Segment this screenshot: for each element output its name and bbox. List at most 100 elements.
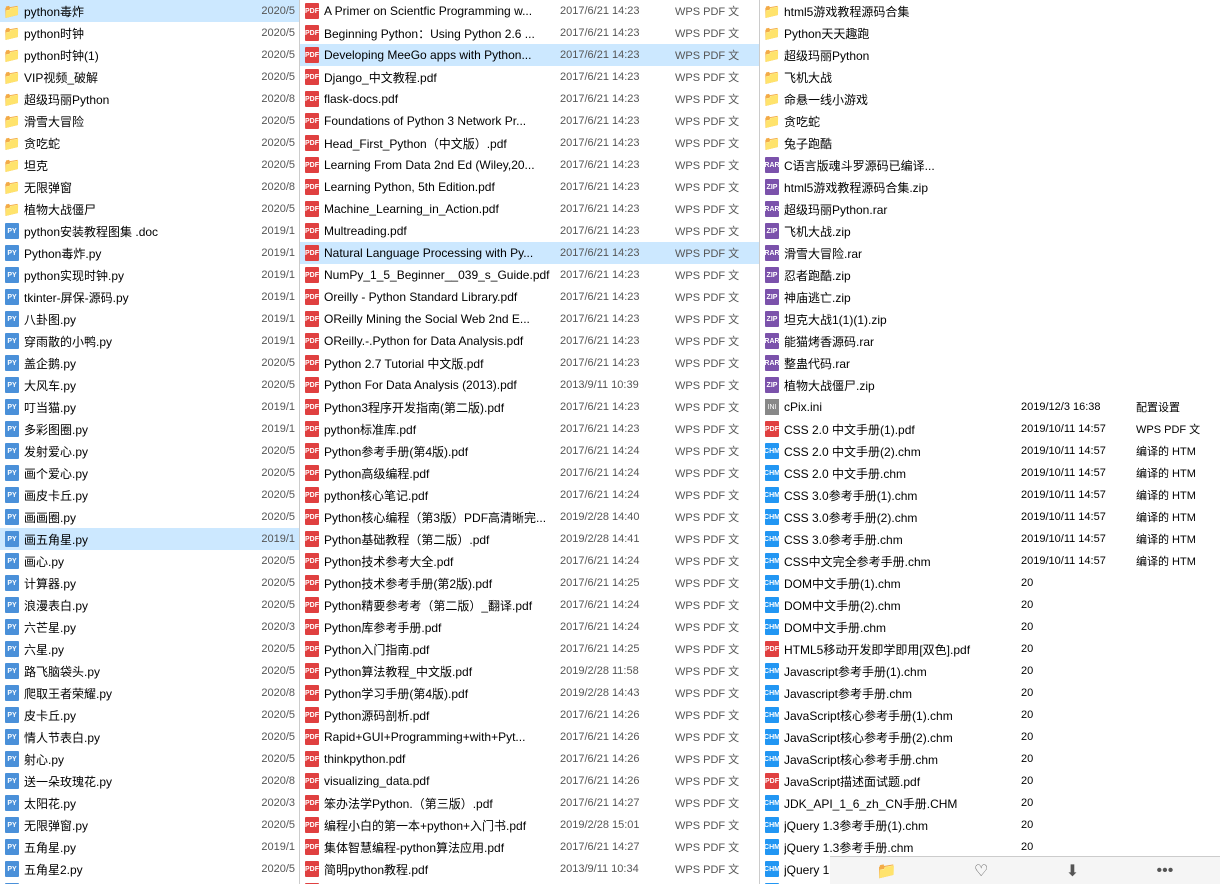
list-item[interactable]: PY画五角星.py2019/1 xyxy=(0,528,299,550)
list-item[interactable]: PY八卦图.py2019/1 xyxy=(0,308,299,330)
list-item[interactable]: 📁VIP视频_破解2020/5 xyxy=(0,66,299,88)
list-item[interactable]: PDFCSS 2.0 中文手册(1).pdf2019/10/11 14:57WP… xyxy=(760,418,1220,440)
list-item[interactable]: PDF笨办法学Python.（第三版）.pdf2017/6/21 14:27WP… xyxy=(300,792,759,814)
list-item[interactable]: PDFOReilly Mining the Social Web 2nd E..… xyxy=(300,308,759,330)
list-item[interactable]: RAR超级玛丽Python.rar xyxy=(760,198,1220,220)
list-item[interactable]: 📁python毒炸2020/5 xyxy=(0,0,299,22)
list-item[interactable]: PY爬取王者荣耀.py2020/8 xyxy=(0,682,299,704)
list-item[interactable]: 📁兔子跑酷 xyxy=(760,132,1220,154)
list-item[interactable]: PDF集体智慧编程-python算法应用.pdf2017/6/21 14:27W… xyxy=(300,836,759,858)
list-item[interactable]: PDFPython精要参考考（第二版）_翻译.pdf2017/6/21 14:2… xyxy=(300,594,759,616)
list-item[interactable]: PDFPython库参考手册.pdf2017/6/21 14:24WPS PDF… xyxy=(300,616,759,638)
list-item[interactable]: INIcPix.ini2019/12/3 16:38配置设置 xyxy=(760,396,1220,418)
list-item[interactable]: PY画皮卡丘.py2020/5 xyxy=(0,484,299,506)
list-item[interactable]: PDFthinkpython.pdf2017/6/21 14:26WPS PDF… xyxy=(300,748,759,770)
list-item[interactable]: PY大风车.py2020/5 xyxy=(0,374,299,396)
list-item[interactable]: PDFPython3程序开发指南(第二版).pdf2017/6/21 14:23… xyxy=(300,396,759,418)
list-item[interactable]: CHMJavascript参考手册.chm20 xyxy=(760,682,1220,704)
list-item[interactable]: CHMJavaScript核心参考手册.chm20 xyxy=(760,748,1220,770)
list-item[interactable]: PY五角星.py2019/1 xyxy=(0,836,299,858)
list-item[interactable]: CHMCSS 2.0 中文手册(2).chm2019/10/11 14:57编译… xyxy=(760,440,1220,462)
list-item[interactable]: PDFPython基础教程（第二版）.pdf2019/2/28 14:41WPS… xyxy=(300,528,759,550)
list-item[interactable]: PDFPython核心编程（第3版）PDF高清晰完...2019/2/28 14… xyxy=(300,506,759,528)
list-item[interactable]: CHMjQuery 1.3参考手册(1).chm20 xyxy=(760,814,1220,836)
list-item[interactable]: PY画心.py2020/5 xyxy=(0,550,299,572)
list-item[interactable]: PY皮卡丘.py2020/5 xyxy=(0,704,299,726)
list-item[interactable]: RAR能猫烤香源码.rar xyxy=(760,330,1220,352)
list-item[interactable]: 📁python时钟2020/5 xyxy=(0,22,299,44)
list-item[interactable]: PDFDjango_中文教程.pdf2017/6/21 14:23WPS PDF… xyxy=(300,66,759,88)
list-item[interactable]: 📁贪吃蛇 xyxy=(760,110,1220,132)
list-item[interactable]: ZIP坦克大战1(1)(1).zip xyxy=(760,308,1220,330)
list-item[interactable]: PDFMultreading.pdf2017/6/21 14:23WPS PDF… xyxy=(300,220,759,242)
list-item[interactable]: 📁坦克2020/5 xyxy=(0,154,299,176)
list-item[interactable]: PDFA Primer on Scientfic Programming w..… xyxy=(300,0,759,22)
list-item[interactable]: PY发射爱心.py2020/5 xyxy=(0,440,299,462)
list-item[interactable]: PY浪漫表白.py2020/5 xyxy=(0,594,299,616)
list-item[interactable]: PDFpython核心笔记.pdf2017/6/21 14:24WPS PDF … xyxy=(300,484,759,506)
list-item[interactable]: PDFpython标准库.pdf2017/6/21 14:23WPS PDF 文 xyxy=(300,418,759,440)
list-item[interactable]: CHMJDK_API_1_6_zh_CN手册.CHM20 xyxy=(760,792,1220,814)
list-item[interactable]: PY路飞脑袋头.py2020/5 xyxy=(0,660,299,682)
list-item[interactable]: PDFflask-docs.pdf2017/6/21 14:23WPS PDF … xyxy=(300,88,759,110)
list-item[interactable]: 📁Python天天趣跑 xyxy=(760,22,1220,44)
list-item[interactable]: PDFPython技术参考手册(第2版).pdf2017/6/21 14:25W… xyxy=(300,572,759,594)
list-item[interactable]: PDFMachine_Learning_in_Action.pdf2017/6/… xyxy=(300,198,759,220)
list-item[interactable]: ZIPhtml5游戏教程源码合集.zip xyxy=(760,176,1220,198)
list-item[interactable]: PDF简明python教程.pdf2013/9/11 10:34WPS PDF … xyxy=(300,858,759,880)
list-item[interactable]: RAR整蛊代码.rar xyxy=(760,352,1220,374)
list-item[interactable]: PY送一朵玫瑰花.py2020/8 xyxy=(0,770,299,792)
list-item[interactable]: 📁命悬一线小游戏 xyxy=(760,88,1220,110)
list-item[interactable]: PDFPython 2.7 Tutorial 中文版.pdf2017/6/21 … xyxy=(300,352,759,374)
list-item[interactable]: 📁html5游戏教程源码合集 xyxy=(760,0,1220,22)
list-item[interactable]: 📁滑雪大冒险2020/5 xyxy=(0,110,299,132)
list-item[interactable]: 📁无限弹窗2020/8 xyxy=(0,176,299,198)
list-item[interactable]: PY穿雨散的小鸭.py2019/1 xyxy=(0,330,299,352)
list-item[interactable]: 📁贪吃蛇2020/5 xyxy=(0,132,299,154)
list-item[interactable]: 📁飞机大战 xyxy=(760,66,1220,88)
list-item[interactable]: PYtkinter-屏保-源码.py2019/1 xyxy=(0,286,299,308)
list-item[interactable]: 📁植物大战僵尸2020/5 xyxy=(0,198,299,220)
list-item[interactable]: PDF用Python进行自然语言处理.pdf2013/4/13 10:39WPS… xyxy=(300,880,759,884)
list-item[interactable]: CHMCSS中文完全参考手册.chm2019/10/11 14:57编译的 HT… xyxy=(760,550,1220,572)
list-item[interactable]: PY计算器.py2020/5 xyxy=(0,572,299,594)
heart-icon[interactable]: ♡ xyxy=(968,859,994,883)
download-icon[interactable]: ⬇ xyxy=(1060,859,1085,883)
list-item[interactable]: PY多彩图圈.py2019/1 xyxy=(0,418,299,440)
list-item[interactable]: PDFFoundations of Python 3 Network Pr...… xyxy=(300,110,759,132)
list-item[interactable]: PY无限弹窗.py2020/5 xyxy=(0,814,299,836)
list-item[interactable]: PY六星.py2020/5 xyxy=(0,638,299,660)
list-item[interactable]: CHMJavaScript核心参考手册(2).chm20 xyxy=(760,726,1220,748)
list-item[interactable]: PY向日葵.py2020/5 xyxy=(0,880,299,884)
list-item[interactable]: PDFLearning Python, 5th Edition.pdf2017/… xyxy=(300,176,759,198)
list-item[interactable]: ZIP植物大战僵尸.zip xyxy=(760,374,1220,396)
list-item[interactable]: CHMJavaScript核心参考手册(1).chm20 xyxy=(760,704,1220,726)
list-item[interactable]: RARC语言版魂斗罗源码已编译... xyxy=(760,154,1220,176)
list-item[interactable]: PDFBeginning Python：Using Python 2.6 ...… xyxy=(300,22,759,44)
list-item[interactable]: CHMJavascript参考手册(1).chm20 xyxy=(760,660,1220,682)
list-item[interactable]: PY画个爱心.py2020/5 xyxy=(0,462,299,484)
list-item[interactable]: PDFPython算法教程_中文版.pdf2019/2/28 11:58WPS … xyxy=(300,660,759,682)
list-item[interactable]: CHMDOM中文手册(1).chm20 xyxy=(760,572,1220,594)
list-item[interactable]: PY盖企鹅.py2020/5 xyxy=(0,352,299,374)
list-item[interactable]: 📁python时钟(1)2020/5 xyxy=(0,44,299,66)
list-item[interactable]: CHMCSS 2.0 中文手册.chm2019/10/11 14:57编译的 H… xyxy=(760,462,1220,484)
list-item[interactable]: 📁超级玛丽Python2020/8 xyxy=(0,88,299,110)
more-icon[interactable]: ••• xyxy=(1150,860,1179,882)
list-item[interactable]: PDFHead_First_Python（中文版）.pdf2017/6/21 1… xyxy=(300,132,759,154)
list-item[interactable]: PDFPython学习手册(第4版).pdf2019/2/28 14:43WPS… xyxy=(300,682,759,704)
list-item[interactable]: PY画画圈.py2020/5 xyxy=(0,506,299,528)
list-item[interactable]: PDF编程小白的第一本+python+入门书.pdf2019/2/28 15:0… xyxy=(300,814,759,836)
list-item[interactable]: RAR滑雪大冒险.rar xyxy=(760,242,1220,264)
list-item[interactable]: PDFHTML5移动开发即学即用[双色].pdf20 xyxy=(760,638,1220,660)
list-item[interactable]: CHMCSS 3.0参考手册(1).chm2019/10/11 14:57编译的… xyxy=(760,484,1220,506)
list-item[interactable]: CHMDOM中文手册(2).chm20 xyxy=(760,594,1220,616)
list-item[interactable]: PYpython安装教程图集 .doc2019/1 xyxy=(0,220,299,242)
list-item[interactable]: PY叮当猫.py2019/1 xyxy=(0,396,299,418)
list-item[interactable]: PDFPython For Data Analysis (2013).pdf20… xyxy=(300,374,759,396)
list-item[interactable]: PYPython毒炸.py2019/1 xyxy=(0,242,299,264)
list-item[interactable]: PY太阳花.py2020/3 xyxy=(0,792,299,814)
list-item[interactable]: PDFOReilly.-.Python for Data Analysis.pd… xyxy=(300,330,759,352)
list-item[interactable]: ZIP神庙逃亡.zip xyxy=(760,286,1220,308)
list-item[interactable]: PY情人节表白.py2020/5 xyxy=(0,726,299,748)
